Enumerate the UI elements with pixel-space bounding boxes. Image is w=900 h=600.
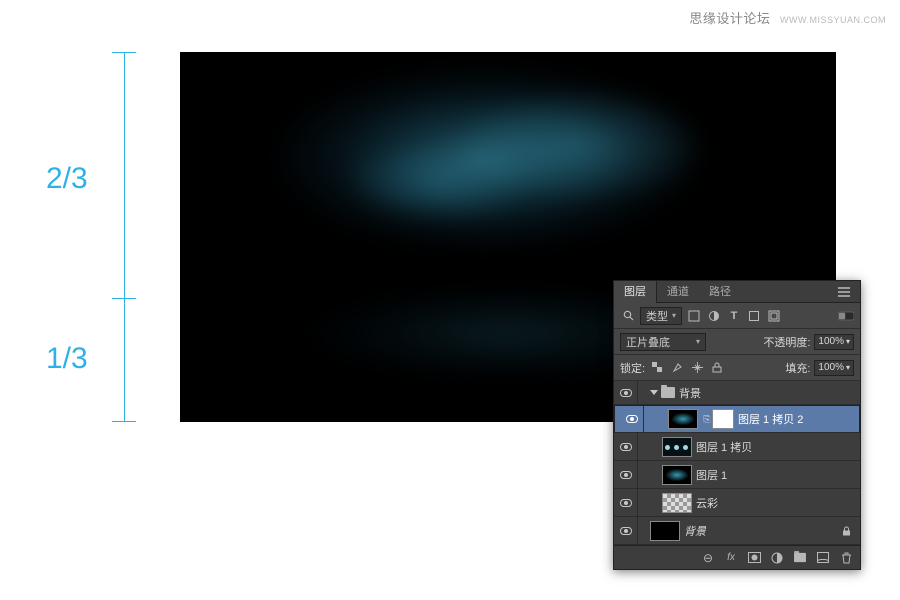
fill-value: 100% [818, 362, 844, 373]
layer-thumbnail[interactable] [662, 437, 692, 457]
lock-icon [838, 523, 854, 539]
visibility-toggle[interactable] [614, 433, 638, 460]
eye-icon [626, 415, 638, 423]
blend-mode-value: 正片叠底 [626, 334, 670, 350]
filter-smart-icon[interactable] [766, 308, 782, 324]
layer-name: 背景 [684, 523, 706, 539]
filter-pixel-icon[interactable] [686, 308, 702, 324]
folder-icon [661, 387, 675, 398]
opacity-input[interactable]: 100%▾ [814, 334, 854, 350]
lock-label: 锁定: [620, 360, 645, 376]
ruler-bar-upper [124, 52, 125, 298]
lock-pixels-icon[interactable] [669, 360, 685, 376]
layer-row[interactable]: ⎘ 图层 1 拷贝 2 [614, 405, 860, 433]
watermark: 思缘设计论坛 WWW.MISSYUAN.COM [689, 8, 886, 27]
tab-paths[interactable]: 路径 [699, 281, 741, 303]
eye-icon [620, 527, 632, 535]
ruler-tick [112, 421, 136, 422]
lock-row: 锁定: 填充: 100%▾ [614, 355, 860, 381]
ruler-tick [112, 52, 136, 53]
filter-toggle[interactable] [838, 308, 854, 324]
layers-panel: 图层 通道 路径 类型 ▾ T 正片叠底 ▾ 不透明度: 100%▾ 锁定: 填充:… [613, 280, 861, 570]
layer-thumbnail[interactable] [662, 465, 692, 485]
eye-icon [620, 389, 632, 397]
filter-kind-label: 类型 [646, 308, 668, 324]
layer-name: 图层 1 拷贝 2 [738, 411, 803, 427]
blend-mode-select[interactable]: 正片叠底 ▾ [620, 333, 706, 351]
cloud-upper [277, 52, 739, 291]
layer-name: 图层 1 [696, 467, 727, 483]
chevron-down-icon: ▾ [696, 337, 700, 346]
search-icon[interactable] [620, 308, 636, 324]
opacity-value: 100% [818, 336, 844, 347]
ruler-bar-lower [124, 298, 125, 422]
visibility-toggle[interactable] [614, 517, 638, 544]
layer-row[interactable]: 背景 [614, 517, 860, 545]
watermark-url: WWW.MISSYUAN.COM [780, 15, 886, 25]
disclosure-triangle-icon[interactable] [650, 390, 658, 395]
lock-position-icon[interactable] [689, 360, 705, 376]
visibility-toggle[interactable] [614, 461, 638, 488]
panel-tabbar: 图层 通道 路径 [614, 281, 860, 303]
lock-transparency-icon[interactable] [649, 360, 665, 376]
mask-icon[interactable] [744, 550, 764, 566]
watermark-forum: 思缘设计论坛 [689, 11, 770, 26]
visibility-toggle[interactable] [614, 381, 638, 404]
ruler-tick [112, 298, 136, 299]
fill-label: 填充: [785, 360, 810, 376]
fill-input[interactable]: 100%▾ [814, 360, 854, 376]
layer-row[interactable]: 图层 1 [614, 461, 860, 489]
tab-channels[interactable]: 通道 [657, 281, 699, 303]
group-name: 背景 [679, 385, 701, 401]
blend-row: 正片叠底 ▾ 不透明度: 100%▾ [614, 329, 860, 355]
layer-thumbnail[interactable] [668, 409, 698, 429]
layer-list: 背景 ⎘ 图层 1 拷贝 2 图层 1 拷贝 图层 1 [614, 381, 860, 545]
filter-type-icon[interactable]: T [726, 308, 742, 324]
mask-thumbnail[interactable] [712, 409, 734, 429]
ruler-label-upper: 2/3 [46, 162, 88, 196]
new-layer-icon[interactable] [813, 550, 833, 566]
proportion-ruler: 2/3 1/3 [46, 52, 166, 422]
filter-row: 类型 ▾ T [614, 303, 860, 329]
link-layers-icon[interactable]: ⊖ [698, 550, 718, 566]
layer-name: 图层 1 拷贝 [696, 439, 752, 455]
layer-row[interactable]: 图层 1 拷贝 [614, 433, 860, 461]
layer-name: 云彩 [696, 495, 718, 511]
layer-thumbnail[interactable] [650, 521, 680, 541]
mask-link-icon[interactable]: ⎘ [702, 414, 712, 425]
panel-menu-icon[interactable] [838, 287, 860, 297]
eye-icon [620, 499, 632, 507]
filter-kind-select[interactable]: 类型 ▾ [640, 307, 682, 325]
eye-icon [620, 471, 632, 479]
layer-row[interactable]: 云彩 [614, 489, 860, 517]
filter-adjust-icon[interactable] [706, 308, 722, 324]
layer-thumbnail[interactable] [662, 493, 692, 513]
trash-icon[interactable] [836, 550, 856, 566]
eye-icon [620, 443, 632, 451]
visibility-toggle[interactable] [620, 406, 644, 432]
filter-shape-icon[interactable] [746, 308, 762, 324]
visibility-toggle[interactable] [614, 489, 638, 516]
group-icon[interactable] [790, 550, 810, 566]
opacity-label: 不透明度: [763, 334, 810, 350]
lock-all-icon[interactable] [709, 360, 725, 376]
ruler-label-lower: 1/3 [46, 342, 88, 376]
adjustment-icon[interactable] [767, 550, 787, 566]
panel-footer: ⊖ fx [614, 545, 860, 569]
tab-layers[interactable]: 图层 [614, 281, 657, 303]
layer-group[interactable]: 背景 [614, 381, 860, 405]
fx-icon[interactable]: fx [721, 550, 741, 566]
chevron-down-icon: ▾ [672, 311, 676, 320]
